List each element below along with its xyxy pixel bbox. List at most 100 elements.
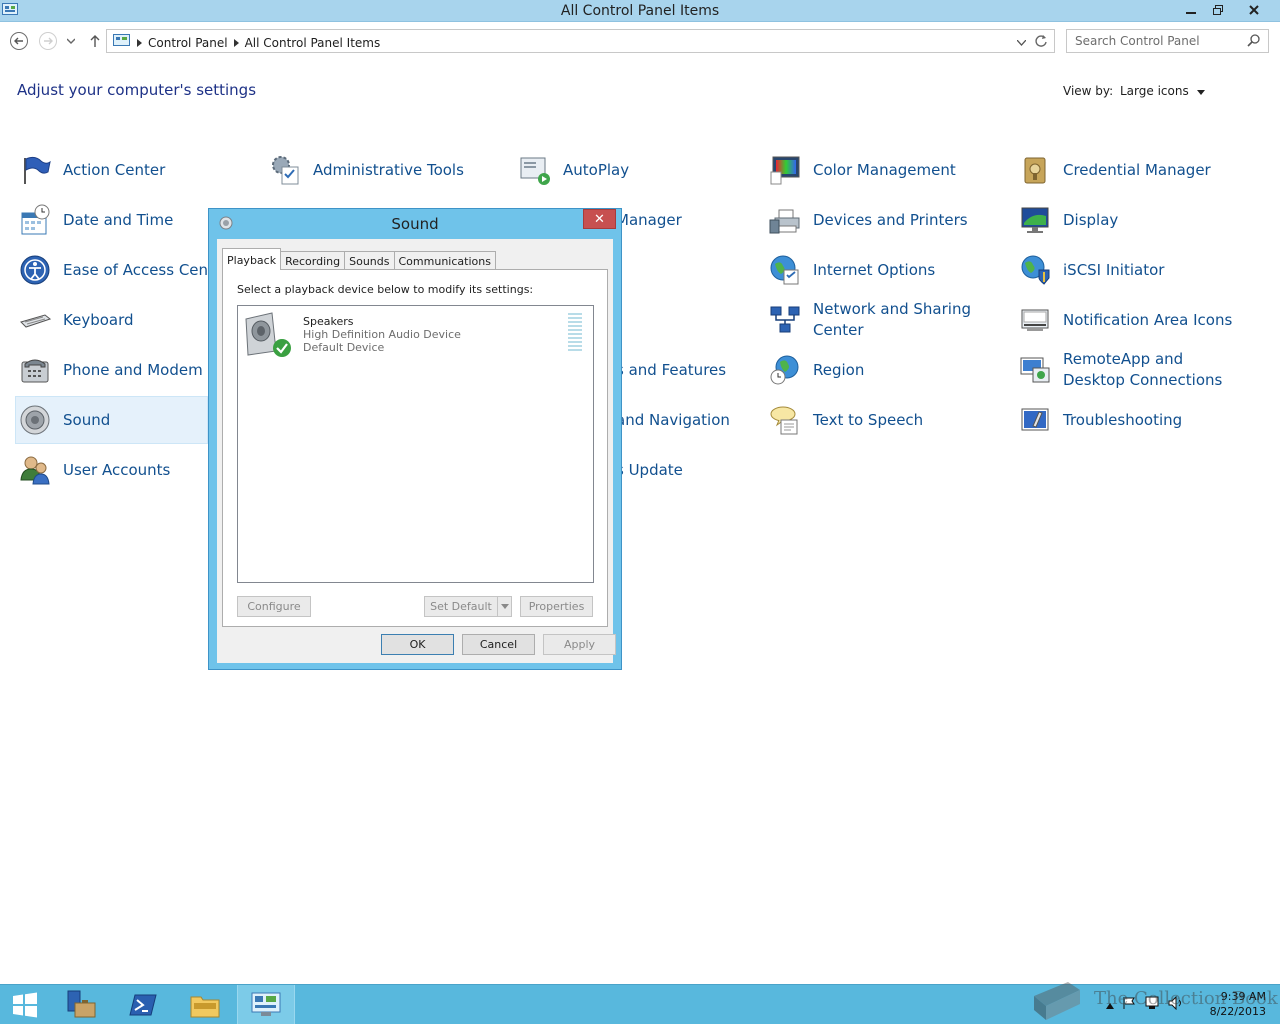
item-remoteapp[interactable]: RemoteApp and Desktop Connections: [1016, 338, 1256, 402]
dropdown-arrow-icon[interactable]: [1196, 84, 1205, 98]
control-panel-taskbar-button[interactable]: [237, 985, 295, 1024]
breadcrumb-all-items[interactable]: All Control Panel Items: [245, 36, 381, 50]
item-devices-and-printers[interactable]: Devices and Printers: [766, 198, 1006, 242]
flag-icon: [18, 153, 52, 187]
globe-icon: [768, 253, 802, 287]
back-button[interactable]: [8, 30, 30, 52]
clock-date: 8/22/2013: [1209, 1005, 1266, 1018]
clock[interactable]: 9:39 AM 8/22/2013: [1200, 989, 1266, 1019]
chevron-down-icon: [500, 604, 509, 609]
ok-button[interactable]: OK: [381, 634, 454, 655]
printer-icon: [768, 203, 802, 237]
breadcrumb-control-panel[interactable]: Control Panel: [148, 36, 228, 50]
show-hidden-icons-icon[interactable]: [1106, 998, 1114, 1012]
network-icon: [768, 303, 802, 337]
item-windows-update[interactable]: s Update: [616, 448, 756, 492]
device-speakers[interactable]: Speakers High Definition Audio Device De…: [240, 309, 591, 363]
item-device-manager[interactable]: Manager: [616, 198, 756, 242]
restore-button[interactable]: [1204, 0, 1231, 20]
address-bar[interactable]: Control Panel All Control Panel Items: [106, 29, 1055, 53]
start-button[interactable]: [0, 985, 50, 1024]
view-by-dropdown[interactable]: Large icons: [1120, 84, 1205, 98]
item-autoplay[interactable]: AutoPlay: [516, 148, 756, 192]
iscsi-icon: [1018, 253, 1052, 287]
window-title: All Control Panel Items: [560, 3, 720, 19]
network-icon[interactable]: [1144, 996, 1160, 1013]
tab-playback[interactable]: Playback: [222, 248, 282, 270]
up-arrow-icon[interactable]: [84, 30, 106, 52]
playback-instruction: Select a playback device below to modify…: [237, 283, 534, 296]
search-box[interactable]: [1066, 29, 1269, 53]
control-panel-icon: [113, 34, 131, 51]
control-panel-icon: [251, 992, 281, 1016]
recent-locations-dropdown[interactable]: [62, 30, 80, 52]
properties-button[interactable]: Properties: [520, 596, 593, 617]
chevron-right-icon[interactable]: [137, 36, 142, 50]
tab-communications[interactable]: Communications: [393, 251, 496, 270]
configure-button[interactable]: Configure: [237, 596, 311, 617]
powershell-taskbar-button[interactable]: [114, 985, 172, 1024]
item-display[interactable]: Display: [1016, 198, 1256, 242]
users-icon: [18, 453, 52, 487]
apply-button[interactable]: Apply: [543, 634, 616, 655]
refresh-icon[interactable]: [1034, 34, 1048, 51]
region-icon: [768, 353, 802, 387]
playback-panel: Select a playback device below to modify…: [222, 269, 608, 627]
item-color-management[interactable]: Color Management: [766, 148, 1006, 192]
dialog-close-button[interactable]: ✕: [583, 209, 616, 229]
item-ease-of-access-center[interactable]: Ease of Access Center: [16, 248, 208, 292]
action-center-flag-icon[interactable]: [1122, 996, 1136, 1013]
file-explorer-taskbar-button[interactable]: [176, 985, 234, 1024]
minimize-button[interactable]: [1177, 0, 1204, 20]
dialog-body: Playback Recording Sounds Communications…: [217, 239, 616, 663]
server-manager-icon: [67, 990, 96, 1018]
system-tray: [1106, 995, 1184, 1013]
item-administrative-tools[interactable]: Administrative Tools: [266, 148, 506, 192]
remoteapp-icon: [1018, 353, 1052, 387]
item-network-and-sharing-center[interactable]: Network and Sharing Center: [766, 288, 1006, 352]
item-region[interactable]: Region: [766, 348, 1006, 392]
autoplay-icon: [518, 153, 552, 187]
search-icon[interactable]: [1247, 34, 1260, 50]
keyboard-icon: [18, 303, 52, 337]
device-driver: High Definition Audio Device: [303, 328, 461, 341]
chevron-down-icon[interactable]: [1016, 35, 1027, 49]
view-by-value[interactable]: Large icons: [1120, 84, 1189, 98]
troubleshooting-icon: [1018, 403, 1052, 437]
item-sound[interactable]: Sound: [15, 396, 208, 444]
item-taskbar-and-navigation[interactable]: and Navigation: [616, 398, 756, 442]
item-iscsi-initiator[interactable]: iSCSI Initiator: [1016, 248, 1256, 292]
set-default-dropdown[interactable]: [497, 596, 512, 617]
device-status: Default Device: [303, 341, 385, 354]
item-credential-manager[interactable]: Credential Manager: [1016, 148, 1256, 192]
clock-time: 9:39 AM: [1220, 990, 1266, 1003]
close-button[interactable]: [1231, 0, 1277, 20]
forward-button[interactable]: [37, 30, 59, 52]
item-action-center[interactable]: Action Center: [16, 148, 256, 192]
view-by-label: View by:: [1063, 84, 1114, 98]
tab-sounds[interactable]: Sounds: [344, 251, 395, 270]
item-troubleshooting[interactable]: Troubleshooting: [1016, 398, 1256, 442]
window-titlebar[interactable]: All Control Panel Items: [0, 0, 1280, 22]
item-text-to-speech[interactable]: Text to Speech: [766, 398, 1006, 442]
speaker-icon: [18, 403, 52, 437]
search-input[interactable]: [1075, 31, 1245, 51]
item-notification-area-icons[interactable]: Notification Area Icons: [1016, 298, 1256, 342]
volume-icon[interactable]: [1168, 995, 1184, 1013]
admin-tools-icon: [268, 153, 302, 187]
navigation-bar: Control Panel All Control Panel Items: [0, 26, 1280, 56]
item-internet-options[interactable]: Internet Options: [766, 248, 1006, 292]
set-default-button[interactable]: Set Default: [424, 596, 498, 617]
cancel-button[interactable]: Cancel: [462, 634, 535, 655]
notification-area-icon: [1018, 303, 1052, 337]
taskbar: 9:39 AM 8/22/2013: [0, 984, 1280, 1024]
item-programs-and-features[interactable]: s and Features: [616, 348, 756, 392]
tab-recording[interactable]: Recording: [280, 251, 346, 270]
chevron-right-icon[interactable]: [233, 36, 239, 50]
page-title: Adjust your computer's settings: [17, 81, 257, 99]
playback-device-list[interactable]: Speakers High Definition Audio Device De…: [237, 305, 594, 583]
windows-logo-icon: [13, 992, 37, 1018]
calendar-clock-icon: [18, 203, 52, 237]
speaker-icon: [242, 311, 294, 364]
server-manager-taskbar-button[interactable]: [52, 985, 110, 1024]
